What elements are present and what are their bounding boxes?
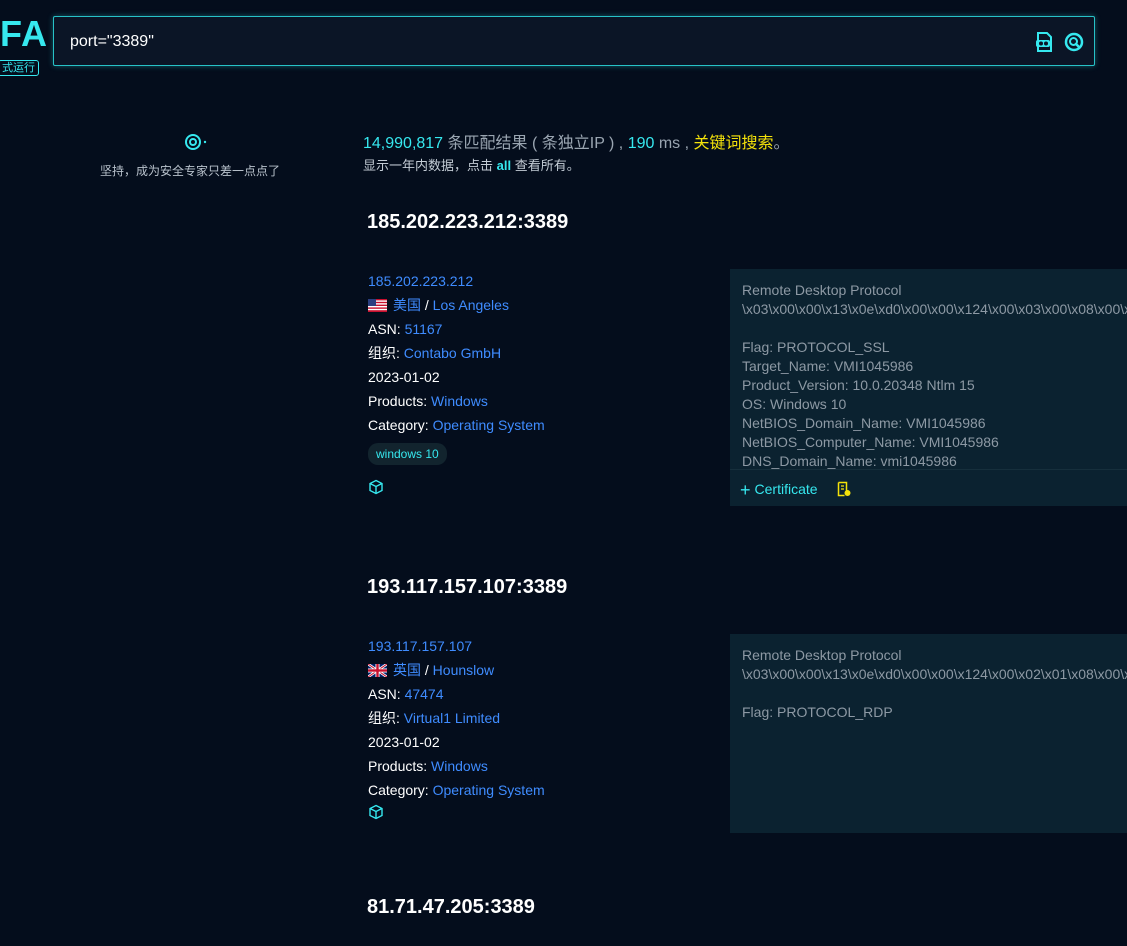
search-file-icon[interactable] <box>1033 31 1055 53</box>
sub-summary: 显示一年内数据，点击 all 查看所有。 <box>363 155 580 174</box>
os-tag[interactable]: windows 10 <box>368 443 447 465</box>
city-link[interactable]: Hounslow <box>433 662 494 678</box>
result-title[interactable]: 185.202.223.212:3389 <box>367 211 568 234</box>
product-link[interactable]: Windows <box>431 393 488 409</box>
uk-flag-icon <box>368 664 387 677</box>
search-bar <box>53 16 1095 66</box>
sidebar-tip: 坚持，成为安全专家只差一点点了 <box>100 164 281 178</box>
products-label: Products: <box>368 393 432 409</box>
count-suffix: 条匹配结果 ( <box>443 135 542 152</box>
certificate-file-icon[interactable] <box>836 481 852 497</box>
ip-link[interactable]: 185.202.223.212 <box>368 273 473 289</box>
city-link[interactable]: Los Angeles <box>433 297 509 313</box>
result-date: 2023-01-02 <box>368 734 440 750</box>
time-unit: ms , <box>654 135 694 152</box>
banner-text: Remote Desktop Protocol \x03\x00\x00\x13… <box>742 282 1127 469</box>
search-icon[interactable] <box>1063 31 1085 53</box>
result-info: 185.202.223.212 美国 / Los Angeles ASN: 51… <box>368 269 545 495</box>
cube-icon[interactable] <box>368 479 384 495</box>
certificate-label: Certificate <box>754 481 818 497</box>
result-title[interactable]: 193.117.157.107:3389 <box>367 576 567 599</box>
logo[interactable]: FA 式运行 <box>0 13 49 76</box>
logo-text: FA <box>0 13 49 54</box>
sub-prefix: 显示一年内数据，点击 <box>363 158 497 173</box>
keyword-search-link[interactable]: 关键词搜索 <box>694 135 774 152</box>
category-label: Category: <box>368 782 433 798</box>
org-label: 组织: <box>368 345 404 361</box>
banner-panel: Remote Desktop Protocol \x03\x00\x00\x13… <box>730 634 1127 833</box>
target-icon <box>185 134 207 150</box>
country-link[interactable]: 英国 <box>393 662 421 678</box>
banner-panel: Remote Desktop Protocol \x03\x00\x00\x13… <box>730 269 1127 506</box>
result-date: 2023-01-02 <box>368 369 440 385</box>
org-link[interactable]: Virtual1 Limited <box>404 710 500 726</box>
banner-text: Remote Desktop Protocol \x03\x00\x00\x13… <box>742 647 1127 720</box>
ip-link[interactable]: 193.117.157.107 <box>368 638 472 654</box>
cube-icon[interactable] <box>368 804 384 820</box>
category-label: Category: <box>368 417 433 433</box>
result-title[interactable]: 81.71.47.205:3389 <box>367 896 535 919</box>
category-link[interactable]: Operating System <box>433 417 545 433</box>
us-flag-icon <box>368 299 387 312</box>
show-all-link[interactable]: all <box>497 158 511 173</box>
result-info: 193.117.157.107 英国 / Hounslow ASN: 47474… <box>368 634 545 820</box>
summary-end: 。 <box>773 135 790 152</box>
country-link[interactable]: 美国 <box>393 297 421 313</box>
asn-link[interactable]: 51167 <box>405 321 443 337</box>
banner-footer: + Certificate <box>730 469 1127 506</box>
asn-link[interactable]: 47474 <box>405 686 444 702</box>
org-link[interactable]: Contabo GmbH <box>404 345 501 361</box>
category-link[interactable]: Operating System <box>433 782 545 798</box>
query-time: 190 <box>627 135 655 152</box>
certificate-toggle[interactable]: + Certificate <box>740 480 818 501</box>
asn-label: ASN: <box>368 686 405 702</box>
search-input[interactable] <box>68 29 972 55</box>
plus-icon: + <box>740 480 751 500</box>
result-count: 14,990,817 <box>363 135 444 152</box>
result-summary: 14,990,817 条匹配结果 ( 条独立IP ) , 190 ms , 关键… <box>363 129 790 153</box>
sub-suffix: 查看所有。 <box>511 158 580 173</box>
product-link[interactable]: Windows <box>431 758 488 774</box>
org-label: 组织: <box>368 710 404 726</box>
asn-label: ASN: <box>368 321 405 337</box>
mode-badge[interactable]: 式运行 <box>0 60 39 76</box>
products-label: Products: <box>368 758 432 774</box>
unique-ip-label: 条独立IP ) , <box>541 135 628 152</box>
